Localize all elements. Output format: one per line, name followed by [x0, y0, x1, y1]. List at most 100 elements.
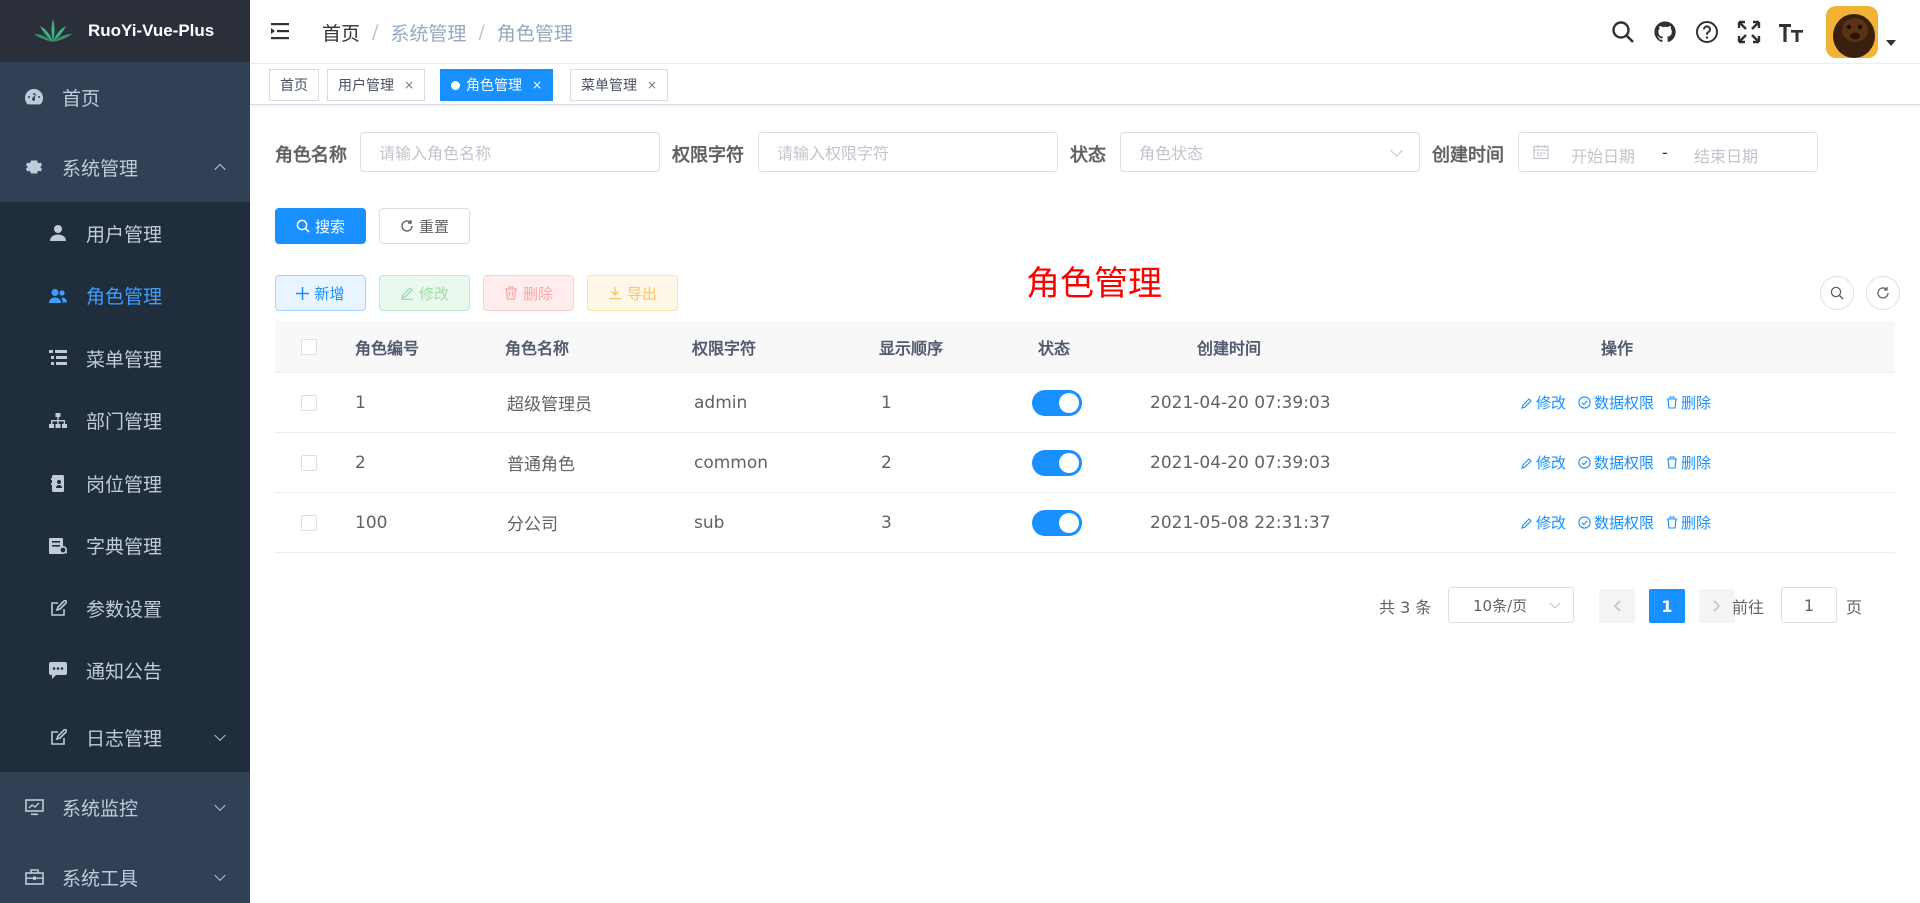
- button-label: 重置: [418, 217, 449, 236]
- page-number-current[interactable]: 1: [1649, 589, 1685, 623]
- refresh-icon: [1877, 287, 1889, 299]
- header-status: 状态: [1038, 338, 1071, 358]
- github-icon[interactable]: [1652, 19, 1678, 45]
- goto-page-input[interactable]: 1: [1781, 587, 1837, 623]
- sidebar-item-user[interactable]: 用户管理: [0, 202, 250, 265]
- row-data-scope-link[interactable]: 数据权限: [1578, 452, 1654, 473]
- button-label: 修改: [418, 284, 449, 303]
- tag-user[interactable]: 用户管理 ×: [327, 69, 426, 101]
- sidebar-item-log[interactable]: 日志管理: [0, 702, 250, 772]
- sidebar-item-label: 首页: [62, 87, 101, 110]
- gear-icon: [24, 157, 44, 177]
- sidebar-item-role[interactable]: 角色管理: [0, 265, 250, 328]
- row-data-scope-link[interactable]: 数据权限: [1578, 512, 1654, 533]
- sidebar-item-post[interactable]: 岗位管理: [0, 452, 250, 515]
- sidebar-item-tools[interactable]: 系统工具: [0, 842, 250, 903]
- peoples-icon: [48, 286, 68, 306]
- row-edit-link[interactable]: 修改: [1521, 392, 1566, 413]
- sidebar-item-monitor[interactable]: 系统监控: [0, 772, 250, 842]
- row-edit-link[interactable]: 修改: [1521, 512, 1566, 533]
- message-icon: [48, 661, 68, 681]
- refresh-button[interactable]: [1866, 276, 1900, 310]
- tag-home[interactable]: 首页: [269, 69, 319, 101]
- placeholder: 角色状态: [1139, 144, 1204, 163]
- header-sort: 显示顺序: [879, 338, 944, 358]
- row-checkbox[interactable]: [301, 394, 317, 411]
- avatar[interactable]: [1826, 6, 1878, 58]
- end-date-input[interactable]: 结束日期: [1694, 143, 1758, 167]
- tag-role[interactable]: 角色管理 ×: [440, 69, 554, 101]
- row-edit-link[interactable]: 修改: [1521, 452, 1566, 473]
- submenu-system: 用户管理 角色管理 菜单管理 部门管理 岗位管理 字典管理 参数设置 通知公告 …: [0, 202, 250, 772]
- question-icon[interactable]: [1694, 19, 1720, 45]
- row-actions: 修改 数据权限 删除: [1521, 433, 1723, 492]
- row-checkbox[interactable]: [301, 514, 317, 531]
- page-size-select[interactable]: 10条/页: [1448, 587, 1574, 623]
- placeholder: 请输入角色名称: [379, 144, 492, 163]
- header-created: 创建时间: [1197, 338, 1262, 358]
- close-icon[interactable]: ×: [404, 78, 414, 92]
- sidebar-item-dept[interactable]: 部门管理: [0, 390, 250, 453]
- role-key-input[interactable]: 请输入权限字符: [758, 132, 1058, 172]
- close-icon[interactable]: ×: [647, 78, 657, 92]
- dashboard-icon: [24, 87, 44, 107]
- cell-role-key: common: [694, 452, 769, 473]
- search-icon[interactable]: [1610, 19, 1636, 45]
- close-icon[interactable]: ×: [532, 78, 542, 92]
- sidebar-item-label: 菜单管理: [86, 348, 163, 371]
- caret-down-icon[interactable]: [1886, 40, 1896, 46]
- status-switch[interactable]: [1032, 449, 1082, 476]
- status-label: 状态: [1070, 145, 1106, 166]
- sidebar-item-home[interactable]: 首页: [0, 62, 250, 132]
- row-delete-link[interactable]: 删除: [1666, 512, 1711, 533]
- row-checkbox[interactable]: [301, 454, 317, 471]
- sidebar-item-label: 角色管理: [86, 286, 163, 309]
- status-switch[interactable]: [1032, 509, 1082, 536]
- sidebar-item-label: 字典管理: [86, 536, 163, 559]
- sidebar-item-label: 系统工具: [62, 867, 139, 890]
- search-button[interactable]: 搜索: [275, 208, 366, 244]
- row-delete-link[interactable]: 删除: [1666, 452, 1711, 473]
- add-button[interactable]: 新增: [275, 275, 366, 311]
- toggle-search-button[interactable]: [1820, 276, 1854, 310]
- cell-role-key: sub: [694, 512, 725, 533]
- plus-icon: [296, 286, 310, 300]
- sidebar-item-config[interactable]: 参数设置: [0, 577, 250, 640]
- next-page-button[interactable]: [1699, 589, 1735, 623]
- download-icon: [608, 286, 622, 300]
- chevron-down-icon: [1390, 144, 1403, 157]
- breadcrumb-home[interactable]: 首页: [322, 19, 360, 46]
- sidebar-item-system[interactable]: 系统管理: [0, 132, 250, 202]
- delete-button[interactable]: 删除: [483, 275, 574, 311]
- select-all-checkbox[interactable]: [301, 338, 317, 355]
- status-switch[interactable]: [1032, 389, 1082, 416]
- cell-created: 2021-04-20 07:39:03: [1150, 392, 1331, 413]
- edit-icon: [1521, 397, 1532, 409]
- logo[interactable]: RuoYi-Vue-Plus: [0, 0, 250, 62]
- row-delete-link[interactable]: 删除: [1666, 392, 1711, 413]
- cell-role-name: 普通角色: [507, 455, 575, 475]
- row-data-scope-link[interactable]: 数据权限: [1578, 392, 1654, 413]
- prev-page-button[interactable]: [1599, 589, 1635, 623]
- role-name-input[interactable]: 请输入角色名称: [360, 132, 660, 172]
- status-select[interactable]: 角色状态: [1120, 132, 1420, 172]
- link-label: 数据权限: [1594, 454, 1655, 472]
- chevron-down-icon: [214, 729, 226, 742]
- search-icon: [1830, 286, 1844, 300]
- edit-button[interactable]: 修改: [379, 275, 470, 311]
- sidebar-item-menu[interactable]: 菜单管理: [0, 327, 250, 390]
- sidebar-item-dict[interactable]: 字典管理: [0, 515, 250, 578]
- sidebar-item-notice[interactable]: 通知公告: [0, 640, 250, 703]
- trash-icon: [1667, 456, 1678, 469]
- fullscreen-icon[interactable]: [1736, 19, 1762, 45]
- reset-button[interactable]: 重置: [379, 208, 470, 244]
- date-range-picker[interactable]: 开始日期 - 结束日期: [1518, 132, 1818, 172]
- sidebar-item-label: 用户管理: [86, 223, 163, 246]
- export-button[interactable]: 导出: [587, 275, 678, 311]
- font-size-icon[interactable]: [1778, 19, 1804, 45]
- tag-menu[interactable]: 菜单管理 ×: [570, 69, 669, 101]
- dict-icon: [48, 536, 68, 556]
- hamburger-icon[interactable]: [270, 20, 292, 42]
- monitor-icon: [24, 797, 44, 817]
- start-date-input[interactable]: 开始日期: [1571, 143, 1635, 167]
